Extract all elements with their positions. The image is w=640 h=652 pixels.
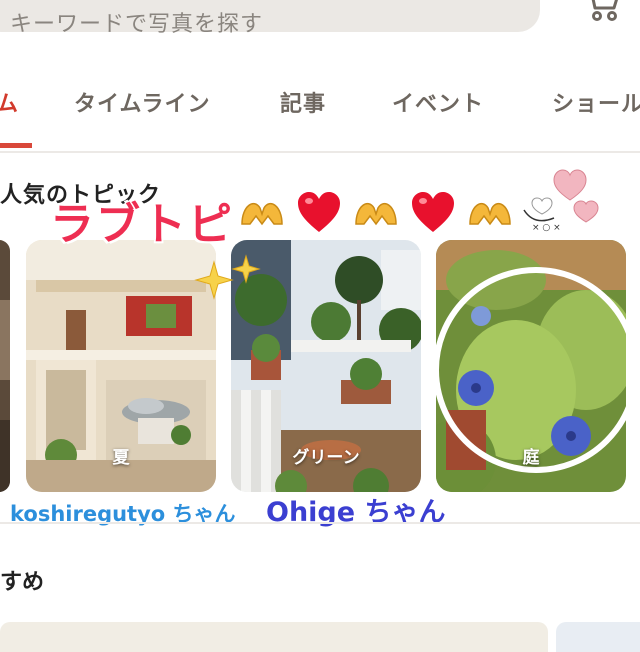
divider xyxy=(0,522,640,524)
love-topic-title: ラブトピ xyxy=(50,199,234,250)
pink-hearts-icon: × ○ × xyxy=(523,169,599,233)
search-bar[interactable]: キーワードで写真を探す xyxy=(0,0,540,37)
recommended-card[interactable] xyxy=(556,622,640,652)
tab-events[interactable]: イベント xyxy=(392,86,484,118)
svg-text:× ○ ×: × ○ × xyxy=(532,223,561,233)
tab-home[interactable]: ム xyxy=(0,86,19,118)
topic-card-label: 夏 xyxy=(112,448,130,468)
cart-icon[interactable] xyxy=(584,0,622,22)
tab-timeline[interactable]: タイムライン xyxy=(74,86,210,118)
divider xyxy=(0,151,640,153)
red-heart-icon xyxy=(412,192,454,232)
heart-hands-icon xyxy=(355,203,397,226)
heart-hands-icon xyxy=(241,203,283,226)
topic-card[interactable] xyxy=(0,240,10,492)
heart-hands-icon xyxy=(469,203,511,226)
tab-active-indicator xyxy=(0,143,32,148)
recommended-card[interactable] xyxy=(0,622,548,652)
sparkle-star-icon xyxy=(194,254,261,300)
tab-bar: ム タイムライン 記事 イベント ショール xyxy=(0,74,640,152)
topic-card[interactable]: 夏 xyxy=(26,240,216,492)
topic-card-label: グリーン xyxy=(292,448,360,468)
topic-card-label: 庭 xyxy=(522,448,540,468)
red-heart-icon xyxy=(298,192,340,232)
topic-card[interactable]: 庭 xyxy=(436,240,626,492)
tab-articles[interactable]: 記事 xyxy=(280,86,326,118)
topic-card-image xyxy=(0,240,10,492)
recommended-section-title: すめ xyxy=(0,570,45,595)
search-placeholder: キーワードで写真を探す xyxy=(10,12,264,37)
tab-showroom[interactable]: ショール xyxy=(552,86,640,118)
